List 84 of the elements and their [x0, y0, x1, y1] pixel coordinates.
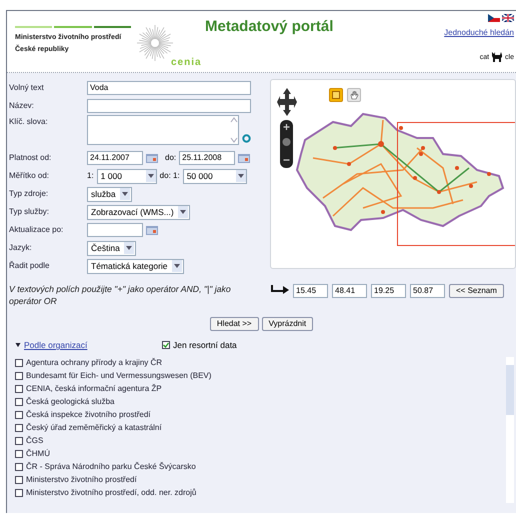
coordinate-field[interactable]: 19.25	[371, 284, 406, 298]
checkbox[interactable]	[15, 424, 23, 432]
caret-icon	[174, 264, 180, 268]
organization-label: ČR - Správa Národního parku České Švýcarsko	[26, 461, 196, 474]
dropdown[interactable]: Tématická kategorie	[87, 258, 184, 274]
checkbox[interactable]	[15, 385, 23, 394]
organization-label: Česká geologická služba	[26, 396, 114, 408]
text-field[interactable]: Voda	[87, 81, 251, 95]
checkbox[interactable]	[15, 463, 23, 472]
arrow-icon	[269, 284, 289, 294]
caret-icon	[148, 174, 154, 178]
ring-icon[interactable]	[242, 134, 251, 143]
caret-icon	[238, 174, 244, 178]
text-field[interactable]	[87, 99, 251, 113]
field-label: Typ zdroje:	[9, 188, 50, 200]
dropdown[interactable]: 50 000	[182, 168, 247, 184]
organization-label: Ministerstvo životního prostředí, odd. ner. zdrojů	[26, 487, 196, 500]
check-icon	[163, 342, 169, 348]
zoom-bar-icon[interactable]	[280, 120, 293, 168]
scale-prefix: 1:	[87, 170, 94, 182]
caret-icon	[180, 210, 186, 214]
form-button[interactable]: Vyprázdnit	[262, 317, 314, 331]
scrollbar[interactable]	[506, 356, 514, 503]
organization-label: ČHMÚ	[26, 448, 50, 460]
caret-icon	[126, 246, 132, 250]
coordinate-field[interactable]: 15.45	[293, 284, 328, 298]
field-label: Aktualizace po:	[9, 224, 64, 236]
organization-label: Český úřad zeměměřický a katastrální	[26, 422, 162, 434]
checkbox[interactable]	[15, 411, 23, 420]
pan-control-icon[interactable]	[277, 88, 297, 116]
checkbox[interactable]	[15, 450, 23, 458]
triangle-down-icon	[15, 342, 21, 348]
dropdown[interactable]: Čeština	[87, 240, 136, 256]
czech-flag-icon[interactable]	[488, 14, 500, 22]
dropdown[interactable]: 1 000	[96, 168, 157, 184]
calendar-icon[interactable]	[146, 154, 158, 162]
british-flag-icon[interactable]	[502, 14, 514, 22]
square-icon	[332, 91, 340, 99]
checkbox[interactable]	[15, 489, 23, 498]
organizations-toggle[interactable]: Podle organizací	[15, 339, 162, 352]
organization-label: Agentura ochrany přírody a krajiny ČR	[26, 357, 162, 370]
logo-text: cenia	[171, 56, 202, 70]
cat-icon[interactable]	[491, 51, 504, 62]
coordinate-field[interactable]: 48.41	[332, 284, 367, 298]
date-field[interactable]	[87, 223, 143, 237]
range-label: do: 1:	[160, 170, 180, 182]
caret-icon	[122, 192, 128, 196]
organization-label: ČGS	[26, 435, 44, 448]
coordinate-field[interactable]: 50.87	[410, 284, 445, 298]
field-label: Klíč. slova:	[9, 116, 49, 128]
calendar-icon[interactable]	[146, 226, 158, 234]
hand-icon	[350, 90, 358, 100]
checkbox[interactable]	[15, 398, 23, 406]
checkbox[interactable]	[15, 476, 23, 484]
organization-label: Ministerstvo životního prostředí	[26, 474, 137, 486]
field-label: Typ služby:	[9, 206, 50, 218]
simple-search-link[interactable]: Jednoduché hledán	[444, 27, 514, 39]
organization-label: Bundesamt für Eich- und Vermessungswesen (BEV)	[26, 370, 212, 382]
organization-label: CENIA, česká informační agentura ŽP	[26, 383, 162, 396]
portal-title: Metadatový portál	[205, 18, 334, 35]
field-label: Volný text	[9, 82, 45, 94]
dropdown[interactable]: služba	[87, 186, 132, 202]
calendar-icon[interactable]	[238, 154, 250, 162]
dropdown[interactable]: Zobrazovací (WMS...)	[87, 204, 190, 220]
checkbox[interactable]	[15, 437, 23, 446]
date-field[interactable]: 24.11.2007	[87, 151, 143, 165]
range-label: do:	[165, 152, 176, 164]
checkbox[interactable]	[15, 372, 23, 380]
checkbox[interactable]	[162, 341, 170, 350]
organization-label: Česká inspekce životního prostředí	[26, 409, 151, 422]
scrollbar-arrows-icon[interactable]	[230, 116, 238, 144]
form-button[interactable]: Hledat >>	[210, 317, 259, 331]
field-label: Platnost od:	[9, 152, 52, 164]
checkbox[interactable]	[15, 359, 23, 368]
list-button[interactable]: << Seznam	[449, 284, 504, 298]
pan-tool[interactable]	[347, 88, 361, 102]
field-label: Měřítko od:	[9, 170, 50, 182]
operator-hint: V textových polích použijte "+" jako operátor AND, "|" jako operátor OR	[8, 283, 232, 307]
field-label: Název:	[9, 100, 35, 112]
date-field[interactable]: 25.11.2008	[179, 151, 236, 165]
checkbox-label: Jen resortní data	[173, 339, 237, 352]
zoom-box-tool[interactable]	[329, 88, 343, 102]
field-label: Jazyk:	[9, 242, 33, 254]
field-label: Řadit podle	[9, 260, 50, 272]
